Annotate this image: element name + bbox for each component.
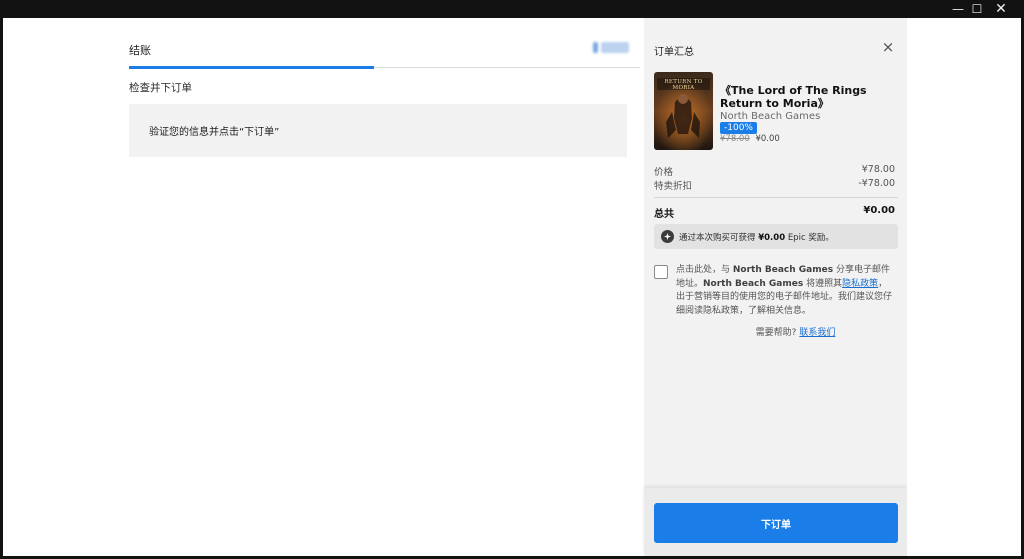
reward-prefix: 通过本次购买可获得	[679, 233, 756, 243]
order-summary-title: 订单汇总	[654, 47, 694, 58]
game-title: 《The Lord of The Rings Return to Moria》	[720, 84, 867, 110]
email-consent-text: 点击此处，与 North Beach Games 分享电子邮件地址。North …	[676, 264, 896, 318]
tab-checkout[interactable]: 结账	[129, 42, 151, 58]
consent-part1: 点击此处，与	[676, 265, 731, 275]
consent-publisher-1: North Beach Games	[732, 265, 834, 275]
contact-us-link[interactable]: 联系我们	[799, 328, 835, 338]
sale-price: ¥0.00	[755, 134, 780, 144]
game-logo-text: RETURN TO MORIA	[664, 79, 703, 91]
reward-text: 通过本次购买可获得 ¥0.00 Epic 奖励。	[679, 231, 834, 243]
reward-suffix: Epic 奖励。	[787, 233, 834, 243]
total-label: 总共	[654, 209, 674, 220]
total-value: ¥0.00	[863, 205, 895, 216]
consent-publisher-2: North Beach Games	[703, 278, 804, 289]
checkout-window: 结账 检查并下订单 验证您的信息并点击“下订单” 订单汇总 × RETURN T…	[3, 18, 1021, 556]
checkout-main-pane: 结账 检查并下订单 验证您的信息并点击“下订单”	[3, 18, 644, 556]
tab-progress-indicator	[129, 66, 375, 69]
reward-amount: ¥0.00	[758, 233, 786, 243]
verify-message: 验证您的信息并点击“下订单”	[149, 127, 280, 138]
close-window-button[interactable]: ✕	[989, 1, 1013, 17]
help-prefix: 需要帮助?	[755, 328, 797, 338]
price-value: ¥78.00	[861, 164, 895, 175]
right-gutter	[907, 18, 1021, 556]
epic-reward-icon	[661, 230, 674, 243]
privacy-policy-link[interactable]: 隐私政策	[842, 279, 878, 289]
game-cover-image: RETURN TO MORIA	[654, 72, 713, 150]
verify-info-box: 验证您的信息并点击“下订单”	[129, 104, 627, 157]
discount-value: -¥78.00	[858, 178, 895, 189]
place-order-bar: 下订单	[644, 488, 907, 556]
section-heading: 检查并下订单	[129, 82, 192, 94]
original-price: ¥78.00	[720, 134, 750, 144]
order-summary-panel: 订单汇总 × RETURN TO MORIA 《The Lord of The …	[644, 18, 907, 556]
account-avatar-blurred	[593, 42, 629, 53]
help-line: 需要帮助? 联系我们	[644, 325, 907, 338]
discount-badge: -100%	[720, 122, 757, 134]
email-consent-checkbox[interactable]	[654, 265, 668, 279]
epic-reward-box: 通过本次购买可获得 ¥0.00 Epic 奖励。	[654, 224, 898, 249]
discount-label: 特卖折扣	[654, 181, 693, 192]
summary-divider	[654, 197, 898, 198]
price-label: 价格	[654, 167, 674, 178]
close-icon[interactable]: ×	[880, 39, 896, 55]
window-titlebar: — ☐ ✕	[0, 0, 1024, 18]
price-line: ¥78.00 ¥0.00	[720, 134, 780, 144]
maximize-button[interactable]: ☐	[965, 1, 989, 17]
consent-part3: 将遵照其	[806, 278, 843, 289]
publisher-name: North Beach Games	[720, 111, 821, 122]
place-order-button[interactable]: 下订单	[654, 503, 898, 543]
